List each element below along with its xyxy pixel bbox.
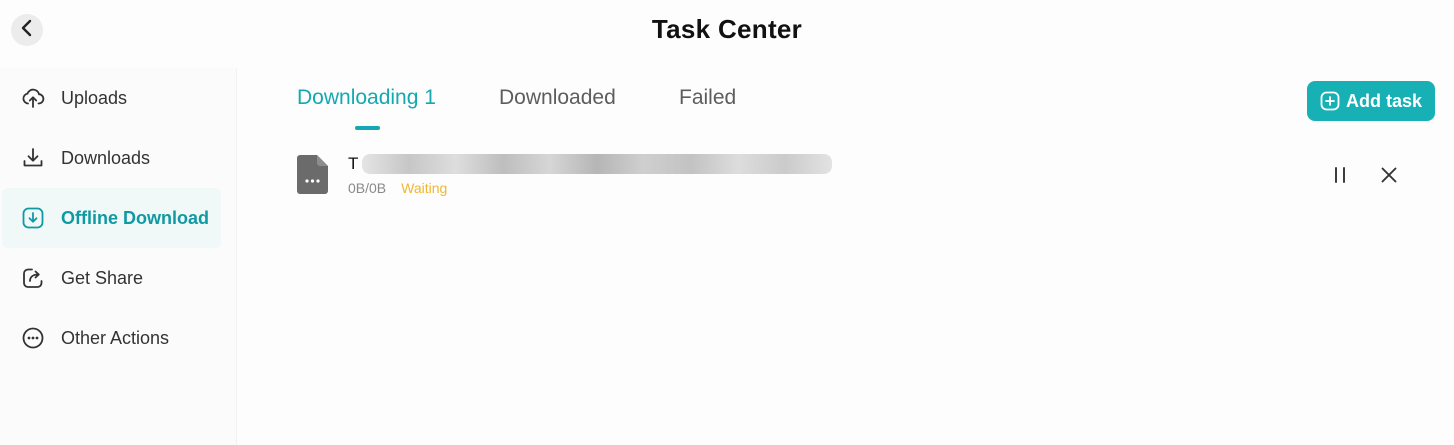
sidebar: Uploads Downloads Offline Download Get S… [0, 68, 237, 445]
upload-cloud-icon [21, 86, 45, 110]
sidebar-item-other-actions[interactable]: Other Actions [2, 308, 221, 368]
close-icon [1379, 165, 1399, 185]
sidebar-item-get-share[interactable]: Get Share [2, 248, 221, 308]
task-row[interactable]: T 0B/0B Waiting [290, 148, 1420, 206]
offline-download-icon [21, 206, 45, 230]
sidebar-item-downloads[interactable]: Downloads [2, 128, 221, 188]
task-center-window: Task Center Uploads Downloads Offline Do… [0, 0, 1454, 445]
pause-button[interactable] [1328, 163, 1352, 187]
task-meta: 0B/0B Waiting [348, 180, 447, 196]
active-tab-indicator [355, 126, 380, 130]
tab-downloaded[interactable]: Downloaded [499, 86, 616, 110]
sidebar-item-label: Offline Download [61, 207, 209, 228]
pause-icon [1330, 165, 1350, 185]
sidebar-item-uploads[interactable]: Uploads [2, 68, 221, 128]
file-icon [295, 154, 329, 194]
download-icon [21, 146, 45, 170]
tab-failed[interactable]: Failed [679, 86, 736, 110]
sidebar-item-label: Uploads [61, 87, 128, 108]
share-icon [21, 266, 45, 290]
cancel-task-button[interactable] [1377, 163, 1401, 187]
sidebar-item-label: Downloads [61, 147, 151, 168]
task-name-text: T [348, 154, 359, 173]
sidebar-item-offline-download[interactable]: Offline Download [2, 188, 221, 248]
page-title: Task Center [651, 14, 803, 44]
add-task-label: Add task [1345, 90, 1423, 111]
add-task-button[interactable]: Add task [1307, 81, 1435, 121]
tab-downloading[interactable]: Downloading 1 [297, 86, 436, 110]
redacted-filename [362, 154, 833, 174]
add-square-icon [1320, 91, 1340, 111]
task-status: Waiting [401, 180, 448, 196]
task-name: T [348, 154, 833, 174]
sidebar-item-label: Get Share [61, 267, 144, 288]
sidebar-item-label: Other Actions [61, 327, 170, 348]
more-circle-icon [21, 326, 45, 350]
task-size: 0B/0B [348, 180, 387, 196]
